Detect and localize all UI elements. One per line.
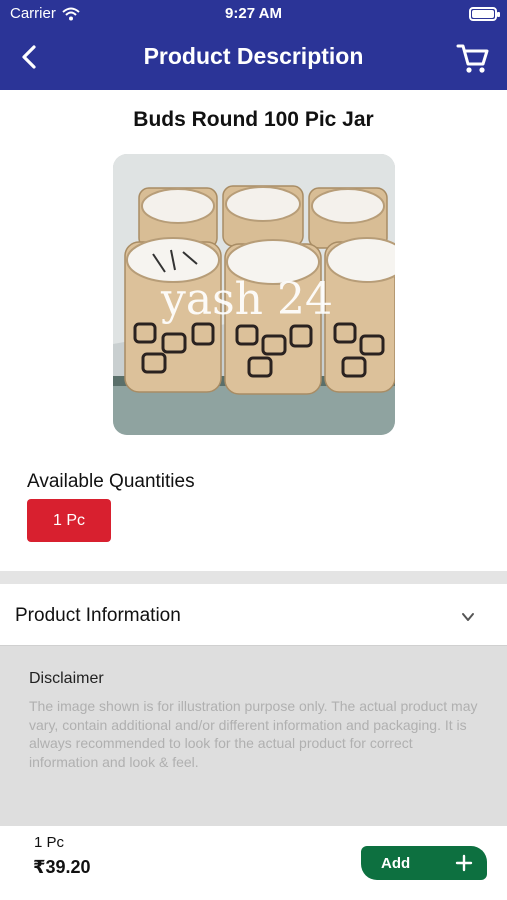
selected-quantity: 1 Pc bbox=[34, 834, 65, 851]
navigation-bar: Carrier 9:27 AM Product Description bbox=[0, 0, 507, 90]
add-to-cart-button[interactable]: Add bbox=[361, 846, 487, 880]
image-watermark: yash 24 bbox=[160, 274, 333, 325]
page-title: Product Description bbox=[143, 43, 364, 69]
status-bar: Carrier 9:27 AM bbox=[0, 0, 507, 28]
product-photo-jars: yash 24 bbox=[113, 154, 395, 435]
disclaimer-panel: Disclaimer The image shown is for illust… bbox=[0, 646, 507, 826]
product-information-header[interactable]: Product Information bbox=[0, 584, 507, 646]
product-name: Buds Round 100 Pic Jar bbox=[133, 108, 374, 131]
cart-icon[interactable] bbox=[455, 40, 491, 76]
product-information-title: Product Information bbox=[15, 605, 181, 626]
plus-icon bbox=[455, 854, 473, 872]
price-label: ₹39.20 bbox=[33, 857, 91, 877]
chevron-down-icon[interactable] bbox=[461, 610, 475, 624]
available-quantities-label: Available Quantities bbox=[27, 471, 195, 492]
add-button-label: Add bbox=[381, 855, 411, 872]
disclaimer-title: Disclaimer bbox=[29, 670, 104, 687]
bottom-bar: 1 Pc ₹39.20 Add bbox=[0, 826, 507, 900]
battery-icon bbox=[469, 7, 500, 21]
status-time: 9:27 AM bbox=[225, 5, 282, 22]
disclaimer-text: The image shown is for illustration purp… bbox=[29, 698, 478, 770]
quantity-option-1pc[interactable]: 1 Pc bbox=[27, 499, 111, 542]
product-image: yash 24 bbox=[113, 154, 395, 435]
section-divider bbox=[0, 571, 507, 584]
